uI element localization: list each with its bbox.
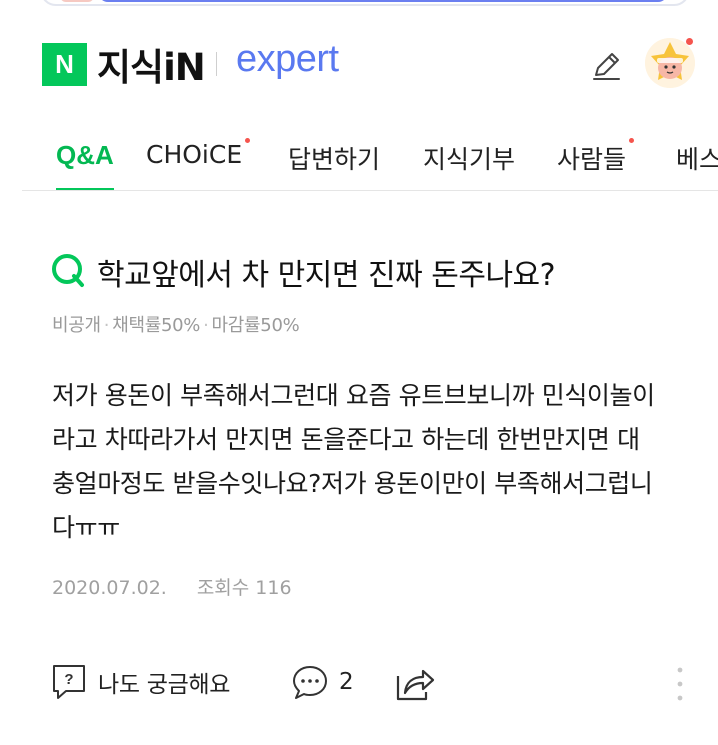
adoption-rate: 채택률50% xyxy=(112,315,201,336)
post-info: 2020.07.02. 조회수 116 xyxy=(52,573,292,600)
tab-people[interactable]: 사람들 xyxy=(557,138,635,176)
tab-donation[interactable]: 지식기부 xyxy=(423,140,515,176)
tab-label: Q&A xyxy=(56,140,114,170)
question-body: 저가 용돈이 부족해서그런대 요즘 유트브보니까 민식이놀이 라고 차따라가서 … xyxy=(52,374,702,550)
banner-fill xyxy=(98,0,668,2)
comment-icon xyxy=(293,666,327,699)
tab-best[interactable]: 베스 xyxy=(676,140,718,176)
view-count: 조회수 116 xyxy=(196,577,292,599)
share-button[interactable] xyxy=(395,664,435,702)
tab-label: 지식기부 xyxy=(423,145,516,174)
tab-qa[interactable]: Q&A xyxy=(56,140,114,171)
app-header: N 지식iN expert xyxy=(0,26,718,96)
jisikin-brand[interactable]: 지식iN xyxy=(97,37,206,91)
body-line: 충얼마정도 받을수잇나요?저가 용돈이만이 부족해서그럽니 xyxy=(52,469,653,498)
tabs-divider xyxy=(22,190,718,191)
new-dot xyxy=(245,138,251,143)
post-date: 2020.07.02. xyxy=(52,577,167,599)
naver-logo[interactable]: N xyxy=(42,43,87,86)
question-q-icon xyxy=(52,254,84,287)
main-tabs: Q&A CHOiCE 답변하기 지식기부 사람들 베스 xyxy=(0,130,718,192)
tab-label: CHOiCE xyxy=(146,140,243,169)
closing-rate: 마감률50% xyxy=(211,315,300,336)
body-line: 다ㅠㅠ xyxy=(52,513,120,542)
notification-dot xyxy=(686,38,693,45)
privacy-label: 비공개 xyxy=(52,315,101,336)
svg-text:?: ? xyxy=(64,671,73,688)
more-options-icon[interactable] xyxy=(672,664,688,704)
body-line: 저가 용돈이 부족해서그런대 요즘 유트브보니까 민식이놀이 xyxy=(52,381,655,410)
brand-divider xyxy=(216,52,217,76)
comment-button[interactable]: 2 xyxy=(291,664,354,700)
tab-label: 사람들 xyxy=(557,145,627,174)
tab-label: 베스 xyxy=(676,145,718,174)
expert-link[interactable]: expert xyxy=(236,38,339,81)
profile-avatar[interactable] xyxy=(645,38,695,88)
pencil-icon[interactable] xyxy=(588,48,624,84)
body-line: 라고 차따라가서 만지면 돈을준다고 하는데 한번만지면 대 xyxy=(52,425,640,454)
new-dot xyxy=(629,138,635,143)
tab-answer[interactable]: 답변하기 xyxy=(288,140,380,176)
curious-button[interactable]: ? 나도 궁금해요 xyxy=(52,664,230,700)
banner-accent xyxy=(60,0,94,2)
avatar-character-icon xyxy=(645,38,695,88)
comment-count: 2 xyxy=(339,669,354,695)
question-meta: 비공개 · 채택률50% · 마감률50% xyxy=(52,315,300,336)
action-bar: ? 나도 궁금해요 2 xyxy=(0,660,718,710)
tab-choice[interactable]: CHOiCE xyxy=(146,138,251,169)
question-bubble-icon: ? xyxy=(53,665,85,699)
tab-label: 답변하기 xyxy=(288,145,381,174)
question-title: 학교앞에서 차 만지면 진짜 돈주나요? xyxy=(97,258,556,293)
share-icon xyxy=(396,669,435,701)
curious-label: 나도 궁금해요 xyxy=(98,672,231,698)
top-banner-partial xyxy=(40,0,690,6)
